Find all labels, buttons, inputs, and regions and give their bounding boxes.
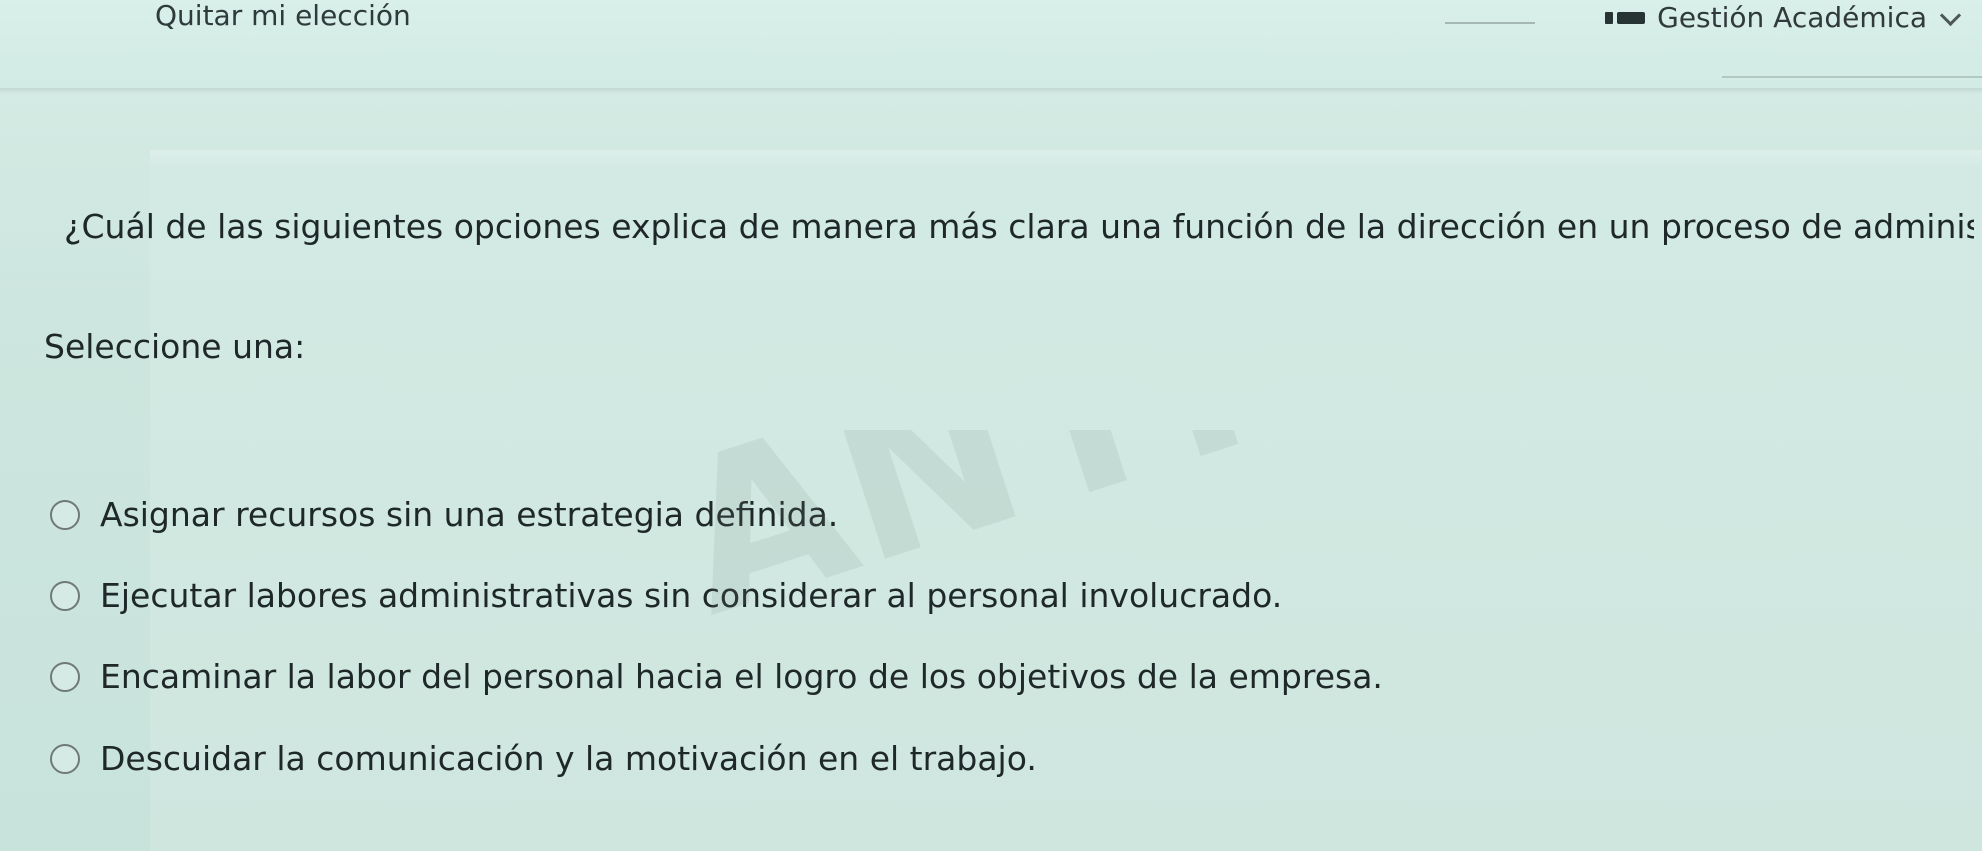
graduation-cap-icon — [1605, 9, 1647, 27]
answer-option-4[interactable]: Descuidar la comunicación y la motivació… — [50, 736, 1037, 782]
radio-button-unselected[interactable] — [50, 662, 80, 692]
answer-option-label: Asignar recursos sin una estrategia defi… — [100, 495, 839, 534]
select-one-label: Seleccione una: — [44, 327, 306, 366]
top-header-shadow — [0, 88, 1982, 94]
academic-management-nav[interactable]: Gestión Académica — [1445, 0, 1962, 36]
chevron-down-icon — [1939, 4, 1962, 26]
page-background: Quitar mi elección Gestión Académica ¿Cu… — [0, 0, 1982, 851]
radio-button-unselected[interactable] — [50, 581, 80, 611]
clear-choice-link[interactable]: Quitar mi elección — [155, 0, 411, 32]
answer-option-1[interactable]: Asignar recursos sin una estrategia defi… — [50, 492, 838, 538]
radio-button-unselected[interactable] — [50, 744, 80, 774]
header-truncated-item — [1445, 12, 1536, 24]
radio-button-unselected[interactable] — [50, 500, 80, 530]
header-divider — [1722, 76, 1982, 78]
answer-option-label: Encaminar la labor del personal hacia el… — [100, 657, 1383, 696]
answer-option-label: Ejecutar labores administrativas sin con… — [100, 576, 1283, 615]
answer-option-3[interactable]: Encaminar la labor del personal hacia el… — [50, 654, 1383, 700]
academic-management-label: Gestión Académica — [1657, 1, 1927, 34]
answer-option-label: Descuidar la comunicación y la motivació… — [100, 739, 1037, 778]
question-text: ¿Cuál de las siguientes opciones explica… — [64, 207, 1974, 246]
answer-option-2[interactable]: Ejecutar labores administrativas sin con… — [50, 573, 1282, 619]
